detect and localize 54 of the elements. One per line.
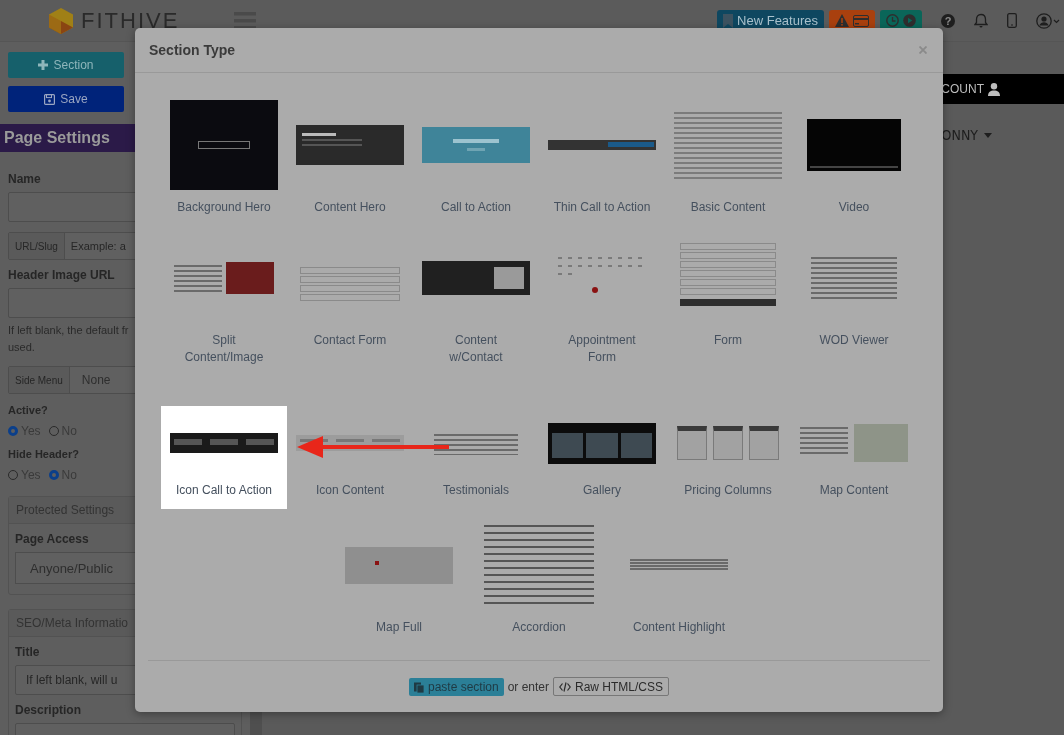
section-type-tile[interactable]: Video (791, 93, 917, 226)
hexagon-logo-icon (48, 6, 74, 35)
user-menu[interactable]: ONNY (941, 127, 992, 143)
section-type-tile[interactable]: Content w/Contact (413, 226, 539, 376)
paste-section-button[interactable]: paste section (408, 677, 504, 696)
field-label: Title (15, 645, 41, 659)
section-type-tile[interactable]: Call to Action (413, 93, 539, 226)
section-type-tile[interactable]: Testimonials (413, 406, 539, 509)
field-label: Hide Header? (8, 448, 80, 460)
clipboard-icon (413, 680, 424, 693)
bookmark-icon (723, 13, 734, 28)
field-label: Header Image URL (8, 268, 116, 282)
code-icon (559, 681, 572, 692)
section-type-tile[interactable]: Basic Content (665, 93, 791, 226)
section-type-tile[interactable]: Split Content/Image (161, 226, 287, 376)
play-icon (903, 14, 916, 27)
section-type-tile[interactable]: Background Hero (161, 93, 287, 226)
section-type-tile[interactable]: Contact Form (287, 226, 413, 376)
section-type-tile[interactable]: Appointment Form (539, 226, 665, 376)
plus-icon (38, 60, 49, 70)
section-type-tile[interactable]: Pricing Columns (665, 406, 791, 509)
section-type-tile[interactable]: Icon Call to Action (161, 406, 287, 509)
panel-title: Page Settings (0, 124, 135, 152)
credit-card-icon (853, 14, 869, 27)
field-label: Description (15, 703, 82, 717)
clock-icon (886, 14, 899, 27)
help-icon[interactable]: ? (941, 13, 955, 28)
radio-button[interactable] (8, 426, 18, 436)
separator-text: or enter (507, 679, 550, 694)
raw-html-button[interactable]: Raw HTML/CSS (553, 677, 670, 696)
save-button[interactable]: Save (8, 86, 124, 112)
user-icon (988, 82, 1000, 96)
section-type-tile[interactable]: Accordion (462, 513, 616, 646)
section-type-tile[interactable]: Form (665, 226, 791, 376)
close-icon[interactable] (919, 46, 927, 54)
user-avatar-icon[interactable] (1036, 12, 1060, 29)
menu-icon[interactable] (234, 11, 257, 30)
tablet-icon[interactable] (1007, 13, 1017, 28)
field-label: Page Access (15, 532, 90, 546)
add-section-button[interactable]: Section (8, 52, 124, 78)
field-label: Name (8, 172, 42, 186)
section-type-tile[interactable]: WOD Viewer (791, 226, 917, 376)
bell-icon[interactable] (974, 13, 988, 28)
field-label: Active? (8, 404, 49, 416)
section-type-tile[interactable]: Content Hero (287, 93, 413, 226)
caret-icon (984, 132, 992, 138)
radio-button[interactable] (48, 470, 59, 480)
warning-icon (835, 14, 849, 27)
section-type-tile[interactable]: Gallery (539, 406, 665, 509)
section-type-tile[interactable]: Map Content (791, 406, 917, 509)
section-type-tile[interactable]: Map Full (336, 513, 462, 646)
section-type-tile[interactable]: Thin Call to Action (539, 93, 665, 226)
dialog-title: Section Type (149, 42, 236, 58)
section-type-tile[interactable]: Content Highlight (616, 513, 742, 646)
